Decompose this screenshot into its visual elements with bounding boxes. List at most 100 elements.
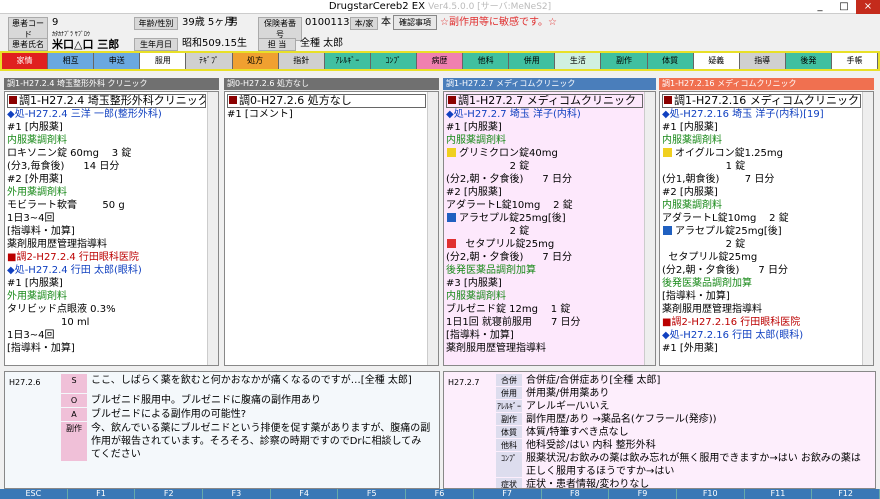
- tab-13[interactable]: 副作: [601, 53, 648, 69]
- record-marker-icon: [448, 96, 456, 104]
- rx-line: 調0-H27.2.6 処方なし: [227, 94, 426, 108]
- maximize-button[interactable]: □: [832, 0, 856, 14]
- rx-line: #1 [内服薬]: [446, 121, 643, 134]
- history-text[interactable]: 体質/特筆すべき点なし: [526, 426, 864, 439]
- rx-line: 1日3~4回: [7, 212, 206, 225]
- rx-line-text: 調1-H27.2.4 埼玉整形外科クリニック: [19, 94, 206, 107]
- rx-line-text: 薬剤服用歴管理指導料: [7, 239, 107, 250]
- rx-line: ■調2-H27.2.4 行田眼科医院: [7, 251, 206, 264]
- history-text[interactable]: 症状・患者情報/変わりなし: [526, 478, 864, 488]
- tab-1[interactable]: 相互: [48, 53, 95, 69]
- soap-key: 副作: [61, 422, 87, 461]
- tab-8[interactable]: ｺﾝﾌﾟ: [370, 53, 417, 69]
- pane-scrollbar[interactable]: [207, 92, 218, 365]
- fkey-esc[interactable]: ESC: [0, 489, 68, 499]
- fkey-f8[interactable]: F8: [542, 489, 610, 499]
- rx-line-text: 調0-H27.2.6 処方なし: [239, 94, 352, 107]
- rx-line: セタプリル錠25mg: [662, 251, 861, 264]
- fkey-f9[interactable]: F9: [609, 489, 677, 499]
- rx-line: (分3,毎食後) 14 日分: [7, 160, 206, 173]
- fkey-f4[interactable]: F4: [271, 489, 339, 499]
- tab-3[interactable]: 服用: [140, 53, 187, 69]
- history-text[interactable]: 他科受診/はい 内科 整形外科: [526, 439, 864, 452]
- pane-header-2[interactable]: 調1-H27.2.7 メディコムクリニック: [443, 78, 656, 90]
- tab-0[interactable]: 家情: [2, 53, 49, 69]
- pane-scrollbar[interactable]: [862, 92, 873, 365]
- rx-line-text: 外用薬調剤料: [7, 291, 67, 302]
- rx-line-text: 内服薬調剤料: [7, 135, 67, 146]
- window-title: DrugstarCereb2 EX Ver4.5.0.0 [サーバ:MeNeS2…: [328, 1, 552, 12]
- minimize-button[interactable]: _: [808, 0, 832, 14]
- soap-right-date: H27.2.7: [448, 378, 480, 387]
- self-family-label: 本/家: [350, 17, 378, 30]
- soap-text[interactable]: ブルゼニドによる副作用の可能性?: [91, 408, 431, 422]
- pane-header-3[interactable]: 調1-H27.2.16 メディコムクリニック: [659, 78, 874, 90]
- soap-note-left: H27.2.6 S ここ、しばらく薬を飲むと何かおなかが痛くなるのですが…[全種 …: [4, 371, 440, 489]
- tab-5[interactable]: 処方: [232, 53, 279, 69]
- history-key: ｱﾚﾙｷﾞｰ: [496, 400, 522, 412]
- pane-scrollbar[interactable]: [427, 92, 438, 365]
- soap-key: A: [61, 408, 87, 421]
- tab-15[interactable]: 疑義: [693, 53, 740, 69]
- rx-line-text: #1 [内服薬]: [7, 122, 63, 133]
- confirm-button[interactable]: 確認事項: [393, 15, 437, 30]
- rx-line: #1 [外用薬]: [662, 342, 861, 355]
- history-text[interactable]: 副作用歴/あり →薬品名(ケフラール(発疹)): [526, 413, 864, 426]
- history-key: ｺﾝﾌﾟ: [496, 452, 522, 477]
- fkey-f11[interactable]: F11: [745, 489, 813, 499]
- rx-pane-2[interactable]: 調1-H27.2.7 メディコムクリニック ◆処-H27.2.7 埼玉 洋子(内科…: [443, 91, 656, 366]
- tab-4[interactable]: ﾃｷﾞﾌﾟ: [186, 53, 233, 69]
- fkey-f6[interactable]: F6: [406, 489, 474, 499]
- rx-line: (分2,朝・夕食後) 7 日分: [446, 173, 643, 186]
- tab-10[interactable]: 他科: [463, 53, 510, 69]
- record-marker-icon: [664, 96, 672, 104]
- fkey-f3[interactable]: F3: [203, 489, 271, 499]
- rx-line-text: (分2,朝・夕食後) 7 日分: [662, 265, 788, 276]
- rx-line-text: ■調2-H27.2.16 行田眼科医院: [662, 317, 801, 328]
- fkey-f7[interactable]: F7: [474, 489, 542, 499]
- rx-line-text: セタプリル錠25mg: [662, 252, 758, 263]
- rx-pane-0[interactable]: 調1-H27.2.4 埼玉整形外科クリニック ◆処-H27.2.4 三洋 一郎(整…: [4, 91, 219, 366]
- history-key: 副作: [496, 413, 522, 425]
- tab-7[interactable]: ｱﾚﾙｷﾞｰ: [324, 53, 371, 69]
- tab-2[interactable]: 申送: [94, 53, 141, 69]
- rx-line: セタプリル錠25mg: [446, 238, 643, 251]
- rx-line-text: 1 錠: [662, 161, 746, 172]
- soap-text[interactable]: ここ、しばらく薬を飲むと何かおなかが痛くなるのですが…[全種 太郎]: [91, 374, 431, 394]
- rx-line-text: ◆処-H27.2.16 埼玉 洋子(内科)[19]: [662, 109, 824, 120]
- history-text[interactable]: 服薬状況/お飲みの薬は飲み忘れが無く服用できますか→はい お飲みの薬は正しく服用…: [526, 452, 864, 478]
- rx-line: 内服薬調剤料: [446, 290, 643, 303]
- rx-line-text: 調1-H27.2.16 メディコムクリニック: [674, 94, 859, 107]
- fkey-f1[interactable]: F1: [68, 489, 136, 499]
- history-text[interactable]: アレルギー/いいえ: [526, 400, 864, 413]
- rx-line: ブルゼニド錠 12mg 1 錠: [446, 303, 643, 316]
- rx-line: 薬剤服用歴管理指導料: [662, 303, 861, 316]
- history-text[interactable]: 合併症/合併症あり[全種 太郎]: [526, 374, 864, 387]
- rx-line-text: モビラート軟膏 50 g: [7, 200, 125, 211]
- fkey-f12[interactable]: F12: [812, 489, 880, 499]
- tab-9[interactable]: 病歴: [416, 53, 464, 69]
- tab-16[interactable]: 指導: [739, 53, 786, 69]
- pane-scrollbar[interactable]: [644, 92, 655, 365]
- patient-age: 39歳 5ヶ月: [182, 17, 235, 28]
- rx-line: 後発医薬品調剤加算: [446, 264, 643, 277]
- tab-6[interactable]: 指針: [278, 53, 325, 69]
- history-text[interactable]: 併用薬/併用薬あり: [526, 387, 864, 400]
- rx-line: 内服薬調剤料: [7, 134, 206, 147]
- tab-17[interactable]: 後発: [785, 53, 832, 69]
- pane-header-0[interactable]: 調1-H27.2.4 埼玉整形外科 クリニック: [4, 78, 219, 90]
- rx-pane-3[interactable]: 調1-H27.2.16 メディコムクリニック ◆処-H27.2.16 埼玉 洋子(…: [659, 91, 874, 366]
- tab-14[interactable]: 体質: [647, 53, 694, 69]
- tab-18[interactable]: 手帳: [831, 53, 879, 69]
- soap-note-right: H27.2.7 合併 合併症/合併症あり[全種 太郎] 併用 併用薬/併用薬あり ｱﾚﾙ…: [443, 371, 876, 489]
- pane-header-1[interactable]: 調0-H27.2.6 処方なし: [224, 78, 439, 90]
- fkey-f10[interactable]: F10: [677, 489, 745, 499]
- fkey-f2[interactable]: F2: [135, 489, 204, 499]
- soap-text[interactable]: ブルゼニド服用中。ブルゼニドに腹痛の副作用あり: [91, 394, 431, 408]
- close-button[interactable]: ×: [856, 0, 880, 14]
- soap-text[interactable]: 今、飲んでいる薬にブルゼニドという排便を促す薬がありますが、腹痛の副作用が報告さ…: [91, 422, 431, 462]
- fkey-f5[interactable]: F5: [338, 489, 407, 499]
- tab-11[interactable]: 併用: [509, 53, 556, 69]
- tab-12[interactable]: 生活: [555, 53, 602, 69]
- rx-pane-1[interactable]: 調0-H27.2.6 処方なし #1 [コメント]: [224, 91, 439, 366]
